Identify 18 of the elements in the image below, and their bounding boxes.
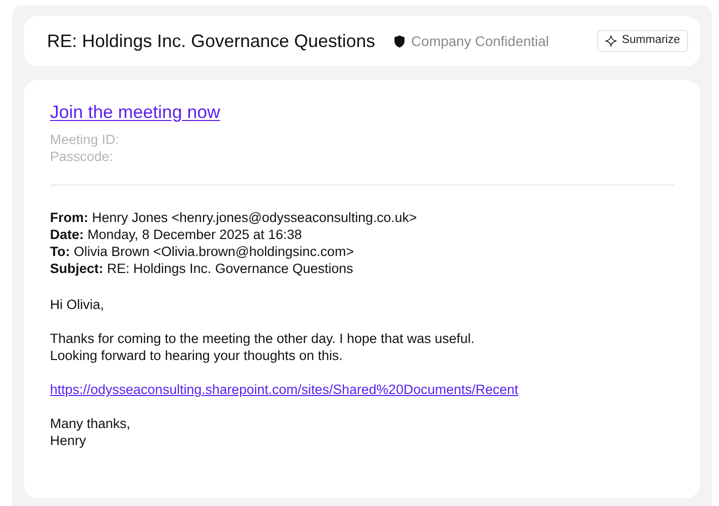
- header-line: Subject: RE: Holdings Inc. Governance Questions: [50, 260, 354, 277]
- header-line: Date: Monday, 8 December 2025 at 16:38: [50, 226, 303, 243]
- message-line: Many thanks,: [50, 415, 132, 432]
- meeting-detail: Meeting ID:: [50, 131, 120, 148]
- header-line: To: Olivia Brown <Olivia.brown@holdingsinc.com>: [50, 243, 355, 260]
- join-meeting-link[interactable]: Join the meeting now: [50, 102, 220, 122]
- url-link[interactable]: https://odysseaconsulting.sharepoint.com/sites/Shared%20Documents/Recent: [50, 381, 518, 398]
- header-line: From: Henry Jones <henry.jones@odysseaconsulting.co.uk>: [50, 209, 418, 226]
- classification-label: Company Confidential: [411, 32, 549, 51]
- message-line: Hi Olivia,: [50, 296, 106, 313]
- shield-icon: [394, 34, 406, 48]
- summarize-button[interactable]: Summarize: [596, 30, 688, 52]
- meeting-detail: Passcode:: [50, 148, 114, 165]
- message-line: Thanks for coming to the meeting the other day. I hope that was useful.: [50, 330, 476, 347]
- email-subject: RE: Holdings Inc. Governance Questions: [47, 30, 376, 53]
- message-line: Henry: [50, 432, 88, 449]
- sparkle-icon: [604, 35, 617, 47]
- message-line: Looking forward to hearing your thoughts on this.: [50, 347, 344, 364]
